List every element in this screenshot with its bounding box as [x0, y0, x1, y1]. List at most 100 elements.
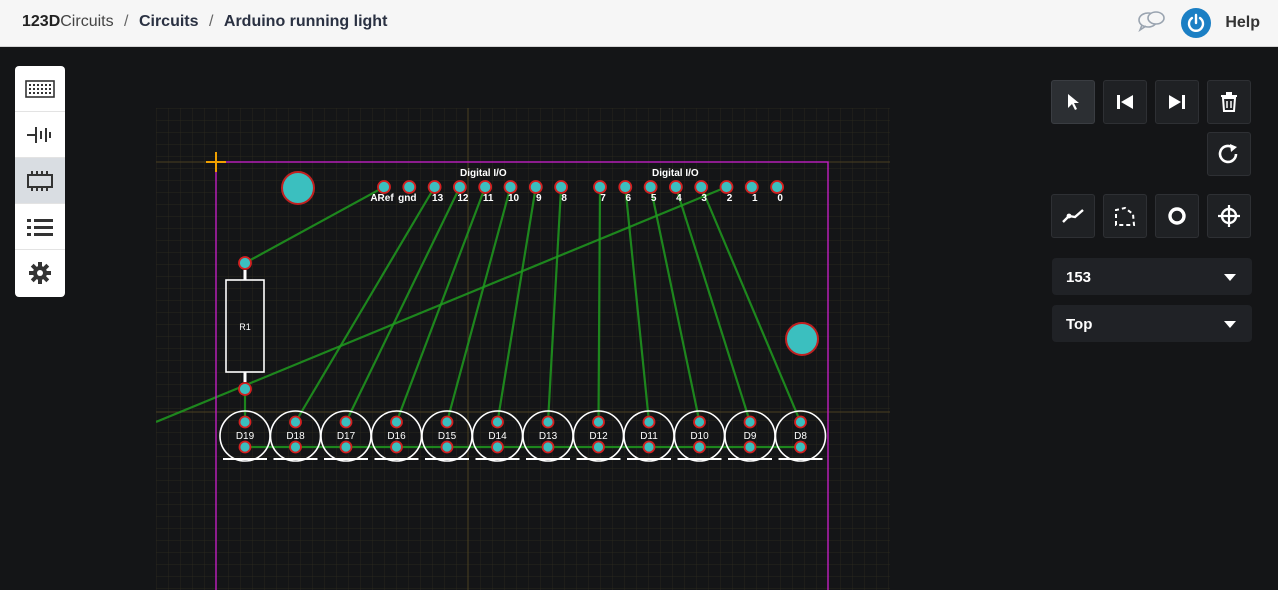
- pad: [794, 415, 807, 429]
- led-label: D11: [640, 431, 658, 442]
- pad: [440, 415, 454, 429]
- trace: [597, 186, 602, 423]
- previous-button[interactable]: [1103, 80, 1147, 124]
- mounting-hole[interactable]: [785, 322, 819, 356]
- view-toolbar: [15, 66, 65, 297]
- header-pin[interactable]: [528, 180, 543, 194]
- header-pin[interactable]: [478, 180, 493, 194]
- pad: [339, 440, 353, 454]
- led-label: D14: [488, 431, 507, 442]
- schematic-icon: [27, 126, 51, 143]
- header-pin[interactable]: [554, 180, 569, 194]
- zoom-select[interactable]: 153: [1052, 258, 1252, 295]
- next-button[interactable]: [1155, 80, 1199, 124]
- header-label-left: Digital I/O: [460, 168, 507, 179]
- via-button[interactable]: [1155, 194, 1199, 238]
- top-header: 123DCircuits / Circuits / Arduino runnin…: [0, 0, 1278, 47]
- pad: [238, 440, 252, 454]
- header-pin[interactable]: [669, 180, 683, 194]
- pad: [491, 415, 504, 429]
- help-link[interactable]: Help: [1225, 14, 1260, 32]
- pin-label: 1: [752, 193, 758, 204]
- header-pin[interactable]: [744, 180, 759, 194]
- gear-icon: [29, 262, 51, 284]
- pad: [743, 440, 757, 454]
- header-label-right: Digital I/O: [652, 168, 699, 179]
- header-pin[interactable]: [618, 180, 633, 194]
- header-pin[interactable]: [427, 180, 442, 194]
- pin-label: 5: [651, 193, 657, 204]
- header-pin[interactable]: [694, 180, 709, 194]
- pad: [238, 256, 252, 270]
- trace-icon: [1062, 209, 1084, 223]
- power-icon[interactable]: [1181, 8, 1212, 38]
- breadboard-icon: [25, 79, 55, 98]
- pad: [289, 415, 302, 429]
- pad: [794, 440, 807, 454]
- pin-label: 10: [508, 193, 520, 204]
- pad: [390, 415, 403, 429]
- header-pin[interactable]: [377, 180, 391, 194]
- header-pin[interactable]: [503, 180, 518, 194]
- pad: [592, 415, 605, 429]
- chip-icon: [27, 170, 53, 191]
- via-icon: [1168, 207, 1186, 225]
- header-actions: Help: [1135, 5, 1260, 41]
- outline-icon: [1115, 206, 1136, 226]
- led-label: D9: [744, 431, 757, 442]
- skip-next-icon: [1169, 95, 1185, 109]
- pcb-view-button[interactable]: [15, 158, 65, 204]
- pad: [339, 415, 353, 429]
- led-label: D13: [539, 431, 558, 442]
- header-pin[interactable]: [402, 180, 417, 194]
- pin-label: 6: [626, 193, 632, 204]
- pin-label: 13: [432, 193, 444, 204]
- header-pin[interactable]: [593, 180, 607, 194]
- pin-label: 7: [600, 193, 606, 204]
- breadcrumb-circuits[interactable]: Circuits: [139, 13, 199, 30]
- pad: [693, 440, 706, 454]
- header-pin[interactable]: [452, 180, 467, 194]
- drill-hole-button[interactable]: [1207, 194, 1251, 238]
- breadcrumb-project[interactable]: Arduino running light: [224, 13, 388, 30]
- pad: [642, 415, 656, 429]
- pcb-canvas[interactable]: Digital I/O Digital I/O ARef gnd 13 12 11 10 9…: [156, 108, 890, 590]
- pad: [390, 440, 403, 454]
- pad: [440, 440, 454, 454]
- layer-select-value: Top: [1066, 316, 1093, 333]
- zoom-select-value: 153: [1066, 269, 1092, 286]
- header-pin[interactable]: [643, 180, 658, 194]
- components-list-button[interactable]: [15, 204, 65, 250]
- pin-label: 12: [457, 193, 469, 204]
- route-trace-button[interactable]: [1051, 194, 1095, 238]
- pad: [238, 415, 252, 429]
- pin-label: 11: [483, 193, 494, 204]
- select-tool-button[interactable]: [1051, 80, 1095, 124]
- chat-icon[interactable]: [1135, 10, 1167, 37]
- chevron-down-icon: [1224, 274, 1236, 281]
- breadboard-view-button[interactable]: [15, 66, 65, 112]
- led-label: D15: [438, 431, 457, 442]
- header-pin[interactable]: [719, 180, 734, 194]
- pin-label: 8: [561, 193, 567, 204]
- pad: [642, 440, 656, 454]
- delete-button[interactable]: [1207, 80, 1251, 124]
- list-icon: [27, 218, 53, 236]
- layer-select[interactable]: Top: [1052, 305, 1252, 342]
- pin-label: 0: [777, 193, 783, 204]
- rotate-button[interactable]: [1207, 132, 1251, 176]
- schematic-view-button[interactable]: [15, 112, 65, 158]
- board-outline-button[interactable]: [1103, 194, 1147, 238]
- pad: [693, 415, 706, 429]
- pin-label: ARef: [370, 193, 394, 204]
- header-pin[interactable]: [770, 180, 784, 194]
- pad: [743, 415, 757, 429]
- led-label: D19: [236, 431, 255, 442]
- pad: [541, 440, 555, 454]
- mounting-hole[interactable]: [281, 171, 315, 205]
- breadcrumb-home[interactable]: 123DCircuits: [22, 13, 114, 30]
- led-label: D18: [286, 431, 305, 442]
- settings-button[interactable]: [15, 250, 65, 296]
- led-label: D17: [337, 431, 356, 442]
- pin-label: 3: [701, 193, 707, 204]
